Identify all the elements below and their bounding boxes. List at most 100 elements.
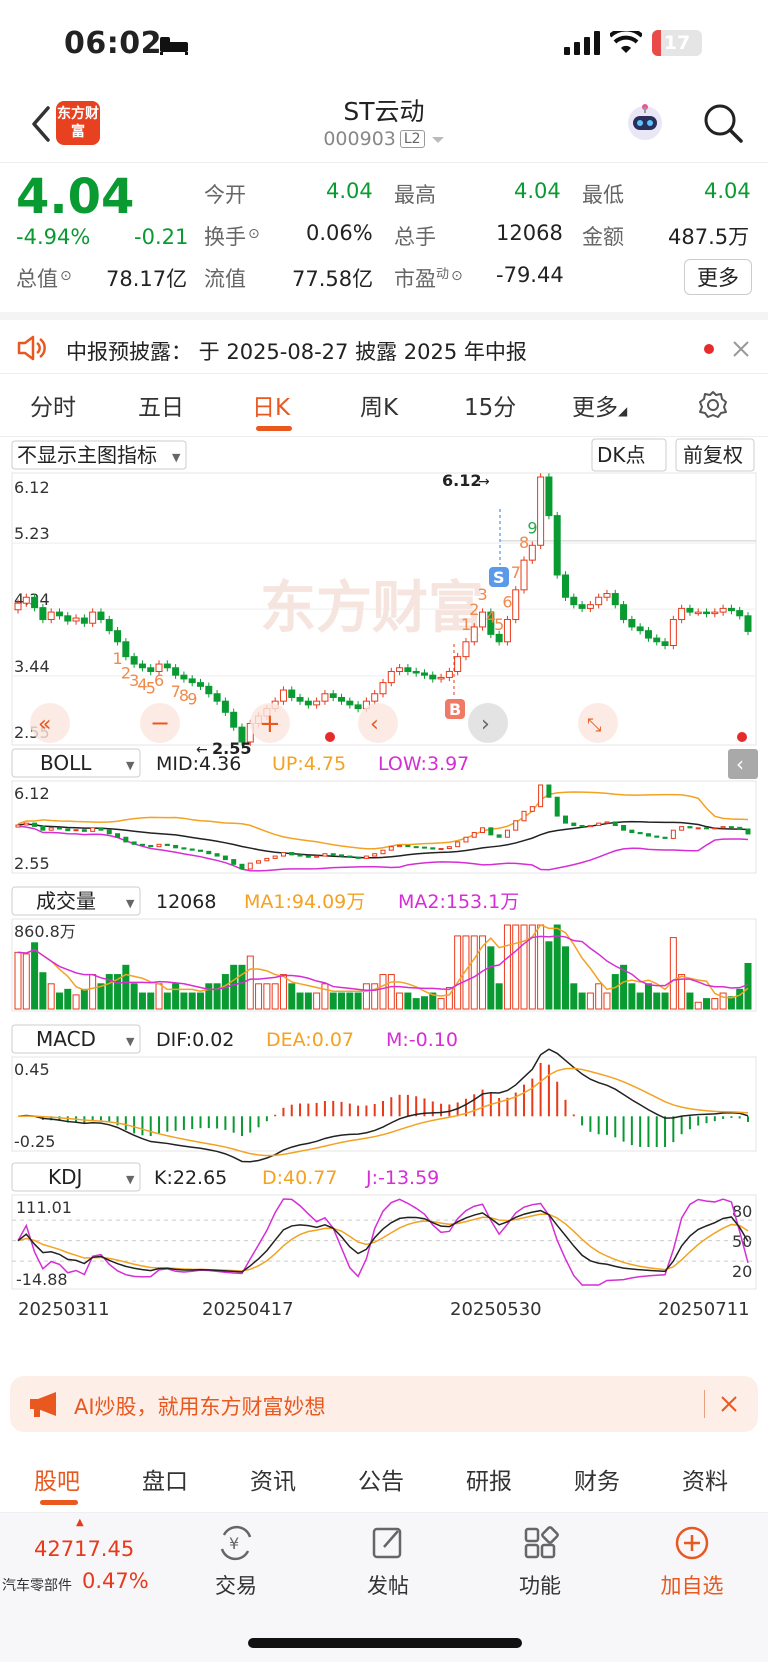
volume-bar — [703, 998, 711, 1010]
boll-candle — [330, 853, 336, 856]
tab-profile[interactable]: 资料 — [682, 1462, 728, 1496]
candle-body — [744, 615, 752, 632]
kline-chart[interactable]: 不显示主图指标 ▼ DK点 前复权 东方财富 6.125.234.343.442… — [0, 437, 768, 1327]
candle-body — [445, 670, 453, 678]
notice-bar[interactable]: 中报预披露： 于 2025-08-27 披露 2025 年中报 — [0, 312, 768, 374]
boll-candle — [181, 847, 187, 850]
tab-15min[interactable]: 15分 — [464, 388, 516, 422]
tab-guba[interactable]: 股吧 — [34, 1462, 80, 1496]
ai-banner[interactable]: AI炒股，就用东方财富妙想 — [10, 1376, 758, 1432]
ai-assistant-icon[interactable] — [624, 102, 666, 144]
settings-icon[interactable] — [698, 390, 728, 420]
boll-candle — [504, 829, 510, 838]
volume-bar — [321, 983, 329, 1010]
candle-body — [520, 559, 528, 591]
info-icon[interactable]: ⊙ — [60, 268, 72, 284]
functions-button[interactable]: 功能 — [490, 1525, 590, 1600]
high-arrow-icon: → — [478, 474, 490, 490]
boll-candle — [662, 836, 668, 839]
tab-research[interactable]: 研报 — [466, 1462, 512, 1496]
volume-bar — [520, 924, 528, 1010]
tab-pankou[interactable]: 盘口 — [142, 1462, 188, 1496]
boll-bottom-label: 2.55 — [14, 854, 50, 873]
candle-body — [545, 476, 553, 517]
candle-body — [213, 693, 221, 702]
candle-body — [14, 602, 22, 611]
boll-candle — [56, 827, 62, 830]
boll-candle — [645, 833, 651, 837]
candle-body — [603, 593, 611, 598]
tab-more[interactable]: 更多◢ — [572, 388, 627, 422]
index-value[interactable]: 42717.45 — [34, 1537, 134, 1561]
search-icon[interactable] — [702, 102, 744, 144]
boll-candle — [629, 829, 635, 834]
volume-bar — [396, 992, 404, 1010]
td-label: 9 — [187, 690, 197, 709]
volume-bar — [503, 924, 511, 1010]
boll-candle — [339, 854, 345, 857]
trade-button[interactable]: ¥ 交易 — [186, 1525, 286, 1600]
candle-body — [387, 670, 395, 684]
candle-body — [55, 611, 63, 617]
amount-value: 487.5万 — [668, 225, 750, 249]
post-button[interactable]: 发帖 — [338, 1525, 438, 1600]
tab-finance[interactable]: 财务 — [574, 1462, 620, 1496]
boll-series — [15, 784, 751, 872]
boll-candle — [48, 827, 54, 831]
ai-banner-text: AI炒股，就用东方财富妙想 — [74, 1395, 326, 1419]
chevron-left-icon: ‹ — [370, 712, 379, 737]
candle-body — [429, 674, 437, 680]
sell-label: S — [493, 568, 505, 587]
candle-body — [727, 607, 735, 612]
kdj-level-20: 20 — [732, 1262, 752, 1281]
boll-candle — [471, 832, 477, 838]
more-button[interactable]: 更多 — [684, 259, 752, 295]
boll-candle — [280, 852, 286, 857]
candle-body — [736, 610, 744, 617]
candle-body — [313, 700, 321, 706]
boll-candle — [496, 834, 502, 838]
td-label: 5 — [494, 615, 504, 634]
candle-body — [39, 607, 47, 621]
close-icon[interactable] — [732, 340, 750, 358]
tab-news[interactable]: 资讯 — [250, 1462, 296, 1496]
candle-body — [661, 641, 669, 647]
candle-body — [22, 596, 30, 604]
tab-announcements[interactable]: 公告 — [358, 1462, 404, 1496]
boll-candle — [355, 856, 361, 859]
tab-minute[interactable]: 分时 — [30, 388, 76, 422]
status-time: 06:02 — [64, 26, 162, 61]
total-cap-value: 78.17亿 — [106, 267, 188, 291]
close-icon[interactable] — [720, 1395, 738, 1413]
tab-five-day[interactable]: 五日 — [138, 388, 184, 422]
kline-chart-area[interactable]: 不显示主图指标 ▼ DK点 前复权 东方财富 6.125.234.343.442… — [0, 436, 768, 1326]
boll-candle — [264, 857, 270, 862]
candle-body — [64, 615, 72, 622]
tab-day-k[interactable]: 日K — [252, 388, 290, 422]
info-icon[interactable]: ⊙ — [248, 226, 260, 242]
add-watchlist-button[interactable]: 加自选 — [642, 1525, 742, 1600]
candle-body — [114, 630, 122, 643]
boll-candle — [579, 824, 585, 828]
volume-bar — [553, 924, 561, 1010]
boll-candle — [164, 843, 170, 846]
stock-header: 东方财富 ST云动 000903 L2 — [0, 90, 768, 162]
candle-body — [503, 619, 511, 643]
volume-bar — [313, 992, 321, 1010]
boll-candle — [173, 844, 179, 849]
home-indicator — [248, 1638, 522, 1648]
candle-body — [89, 611, 97, 624]
volume-bar — [205, 983, 213, 1010]
macd-dea: DEA:0.07 — [266, 1029, 354, 1051]
boll-candle — [372, 853, 378, 857]
boll-candle — [446, 846, 452, 850]
volume-label: 总手 — [394, 225, 436, 249]
plus-circle-icon — [675, 1526, 709, 1560]
candle-body — [371, 693, 379, 702]
volume-bar — [64, 988, 72, 1010]
select-caret-icon: ▼ — [172, 451, 181, 464]
megaphone-icon — [30, 1392, 56, 1417]
tab-week-k[interactable]: 周K — [360, 388, 398, 422]
volume-bar — [346, 992, 354, 1010]
info-icon[interactable]: ⊙ — [451, 268, 463, 284]
